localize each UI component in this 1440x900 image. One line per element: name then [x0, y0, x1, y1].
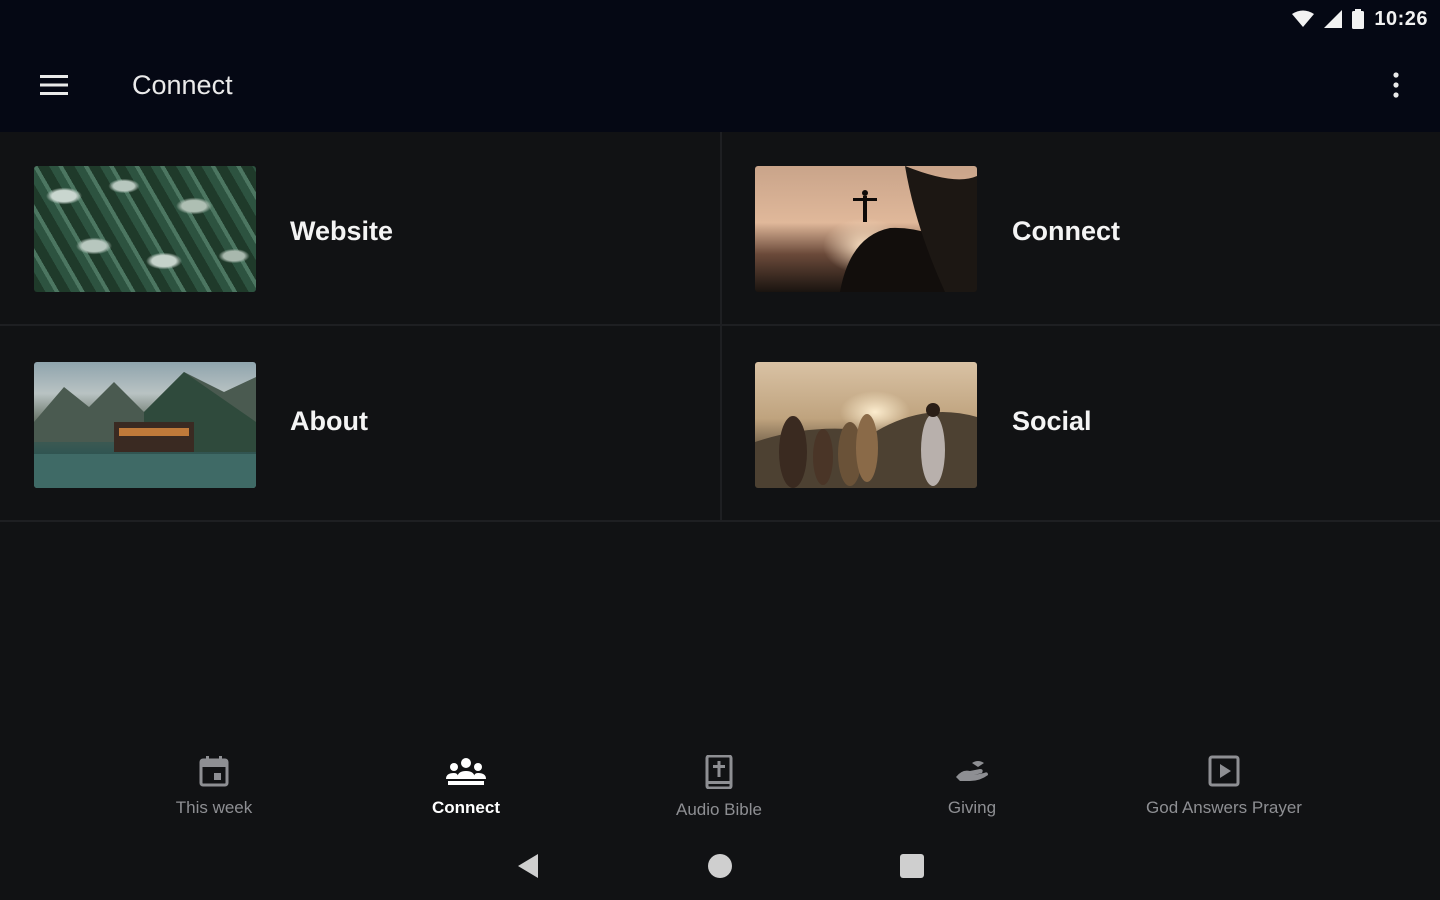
sunset-silhouette-thumbnail	[755, 166, 977, 292]
nav-label: Connect	[432, 798, 500, 817]
tile-label: Connect	[1012, 216, 1120, 246]
app-bar: Connect	[0, 38, 1440, 132]
leaves-thumbnail	[34, 166, 256, 292]
hamburger-menu-icon[interactable]	[26, 57, 82, 113]
nav-item-giving[interactable]: Giving	[857, 755, 1087, 825]
tile-label: About	[290, 406, 368, 436]
more-vertical-icon[interactable]	[1378, 57, 1414, 113]
nav-item-connect[interactable]: Connect	[351, 755, 581, 825]
group-icon	[446, 755, 486, 792]
tile-social[interactable]: Social	[722, 326, 1440, 522]
recents-icon[interactable]	[896, 850, 928, 882]
bible-icon	[705, 754, 733, 794]
tile-label: Website	[290, 216, 394, 246]
home-icon[interactable]	[704, 850, 736, 882]
nav-label: God Answers Prayer	[1146, 798, 1302, 817]
tile-about[interactable]: About	[0, 326, 722, 522]
wifi-icon	[1292, 10, 1315, 28]
nav-label: Giving	[947, 798, 997, 817]
tile-website[interactable]: Website	[0, 132, 722, 326]
bottom-navigation: This week Connect Audio Bible Giving God…	[0, 745, 1440, 825]
cellular-signal-icon	[1324, 10, 1343, 28]
battery-icon	[1352, 9, 1365, 29]
connect-tiles-grid: Website Connect About Social	[0, 132, 1440, 522]
giving-hand-icon	[954, 755, 990, 792]
status-bar: 10:26	[0, 0, 1440, 38]
tile-label: Social	[1012, 406, 1092, 436]
nav-item-audio-bible[interactable]: Audio Bible	[604, 754, 834, 825]
tile-connect[interactable]: Connect	[722, 132, 1440, 326]
nav-label: This week	[175, 798, 253, 817]
calendar-icon	[199, 755, 229, 792]
system-navigation-bar	[0, 830, 1440, 900]
clock-time: 10:26	[1374, 7, 1428, 30]
group-sunset-thumbnail	[755, 362, 977, 488]
nav-label: Audio Bible	[675, 800, 762, 819]
mountain-lake-thumbnail	[34, 362, 256, 488]
back-icon[interactable]	[512, 850, 544, 882]
nav-item-god-answers-prayer[interactable]: God Answers Prayer	[1109, 755, 1339, 825]
nav-item-this-week[interactable]: This week	[99, 755, 329, 825]
play-box-icon	[1208, 755, 1240, 792]
page-title: Connect	[132, 69, 233, 100]
